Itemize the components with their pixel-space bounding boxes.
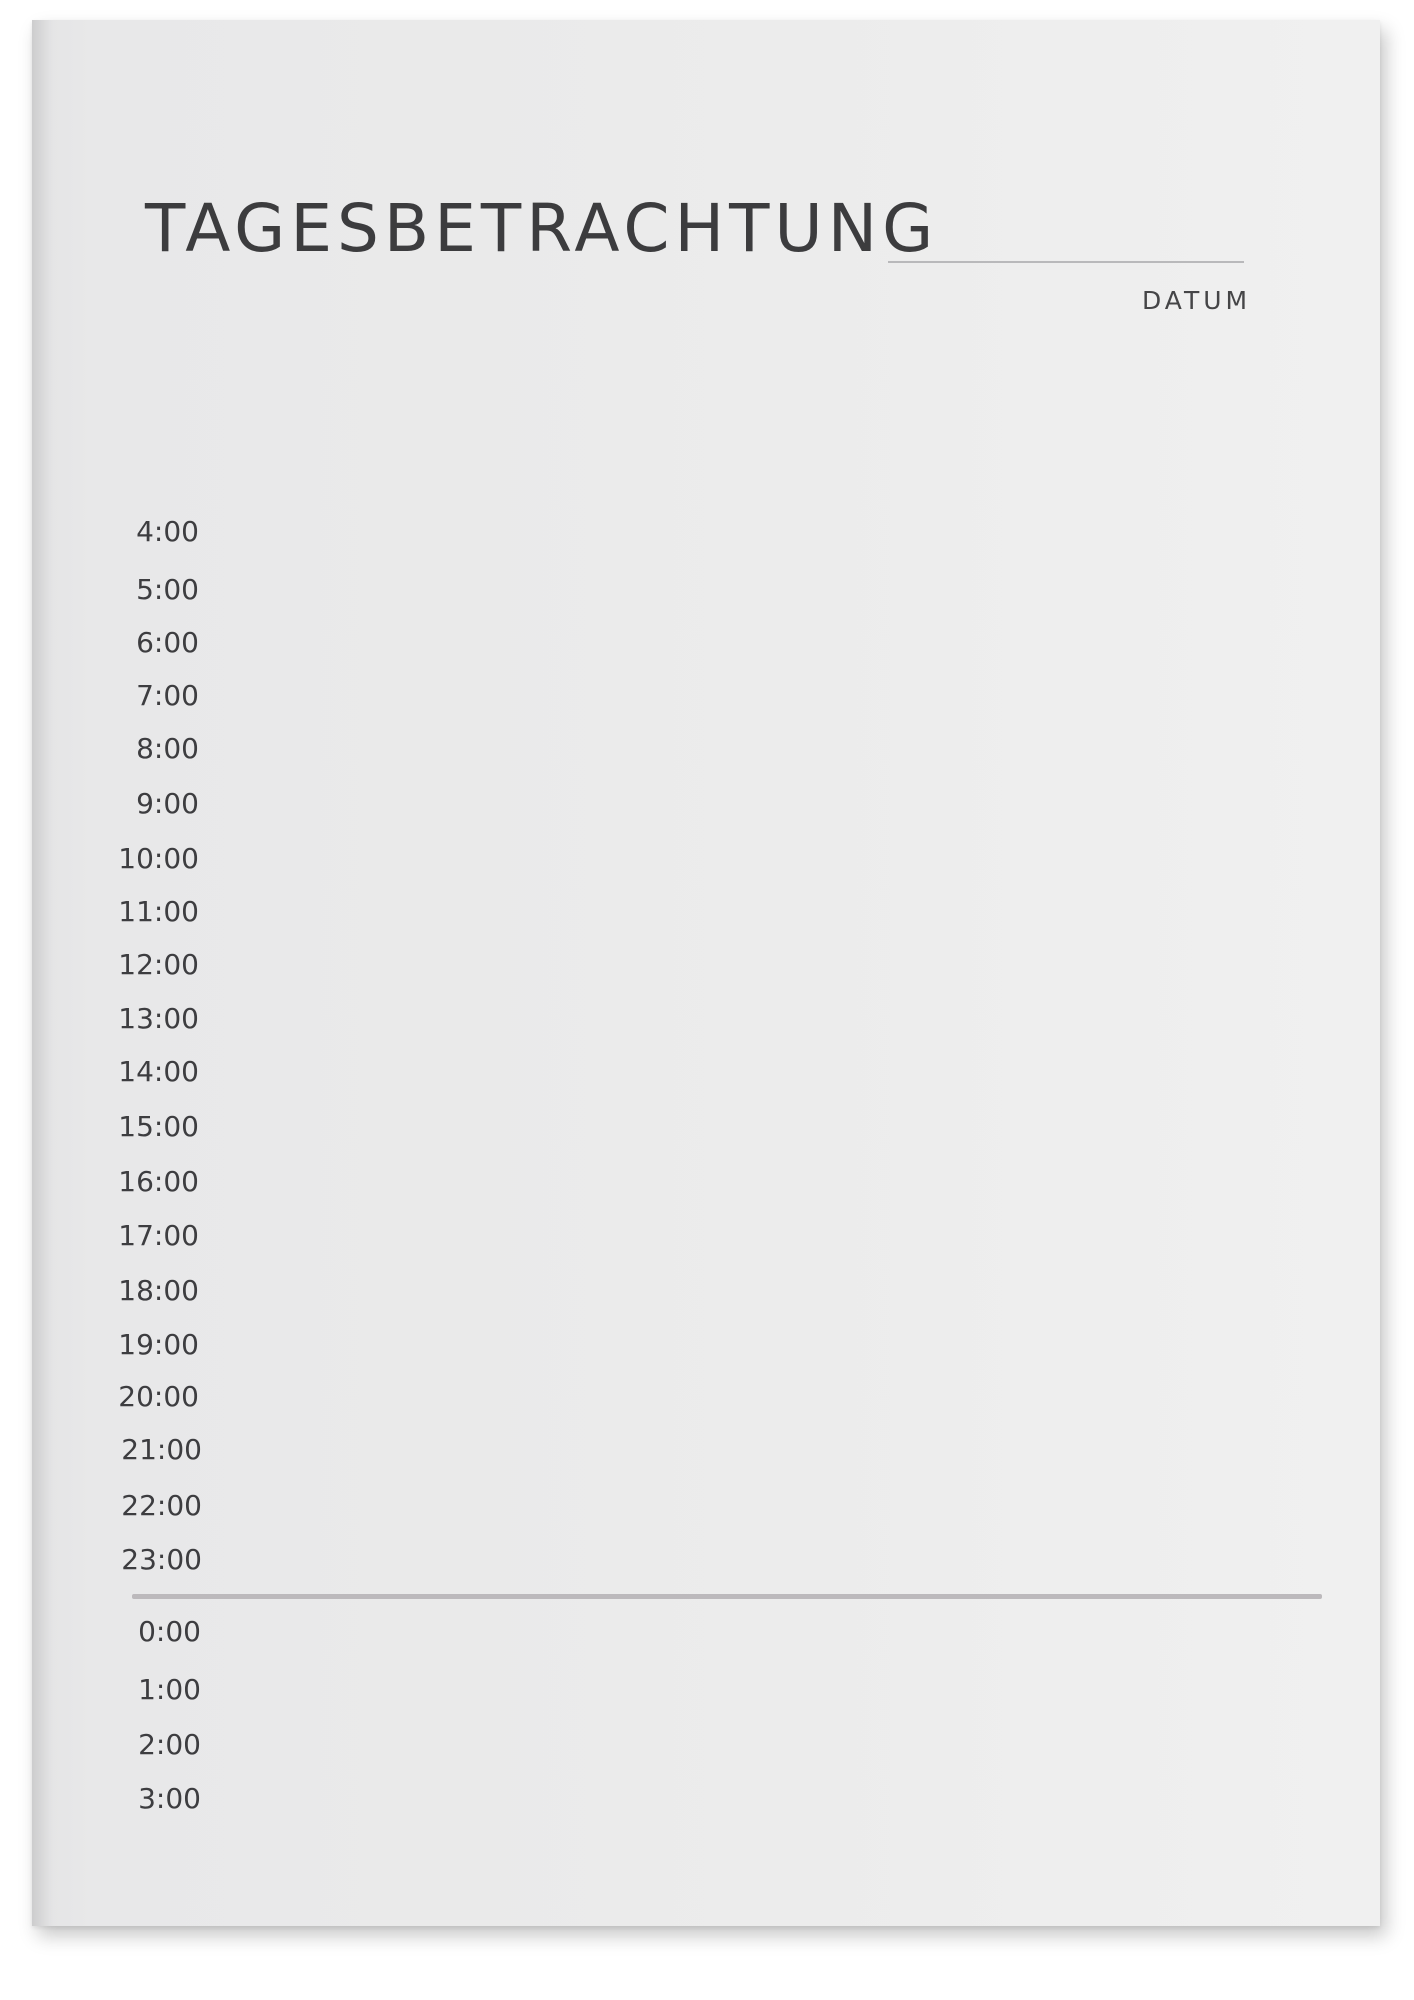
- hour-label: 12:00: [118, 948, 199, 981]
- date-label: DATUM: [1142, 286, 1252, 315]
- hour-label: 19:00: [118, 1328, 199, 1361]
- hour-label: 15:00: [118, 1110, 199, 1143]
- hour-label: 3:00: [138, 1782, 201, 1815]
- hour-label: 18:00: [118, 1274, 199, 1307]
- hour-label: 4:00: [136, 515, 199, 548]
- hour-label: 16:00: [118, 1165, 199, 1198]
- hour-label: 22:00: [121, 1489, 202, 1522]
- hour-label: 9:00: [136, 787, 199, 820]
- hour-label: 6:00: [136, 626, 199, 659]
- hour-label: 21:00: [121, 1433, 202, 1466]
- day-divider: [132, 1594, 1322, 1599]
- hour-label: 11:00: [118, 895, 199, 928]
- hour-label: 1:00: [138, 1673, 201, 1706]
- hour-label: 7:00: [136, 679, 199, 712]
- hour-label: 8:00: [136, 732, 199, 765]
- hour-label: 0:00: [138, 1615, 201, 1648]
- hour-label: 5:00: [136, 573, 199, 606]
- date-input-line[interactable]: [888, 261, 1244, 263]
- hour-label: 13:00: [118, 1002, 199, 1035]
- hour-label: 14:00: [118, 1055, 199, 1088]
- hour-label: 17:00: [118, 1219, 199, 1252]
- hour-label: 20:00: [118, 1380, 199, 1413]
- hour-label: 2:00: [138, 1728, 201, 1761]
- planner-page: TAGESBETRACHTUNG DATUM 4:00 5:00 6:00 7:…: [32, 20, 1380, 1926]
- hour-label: 10:00: [118, 842, 199, 875]
- page-title: TAGESBETRACHTUNG: [145, 190, 939, 267]
- hour-label: 23:00: [121, 1543, 202, 1576]
